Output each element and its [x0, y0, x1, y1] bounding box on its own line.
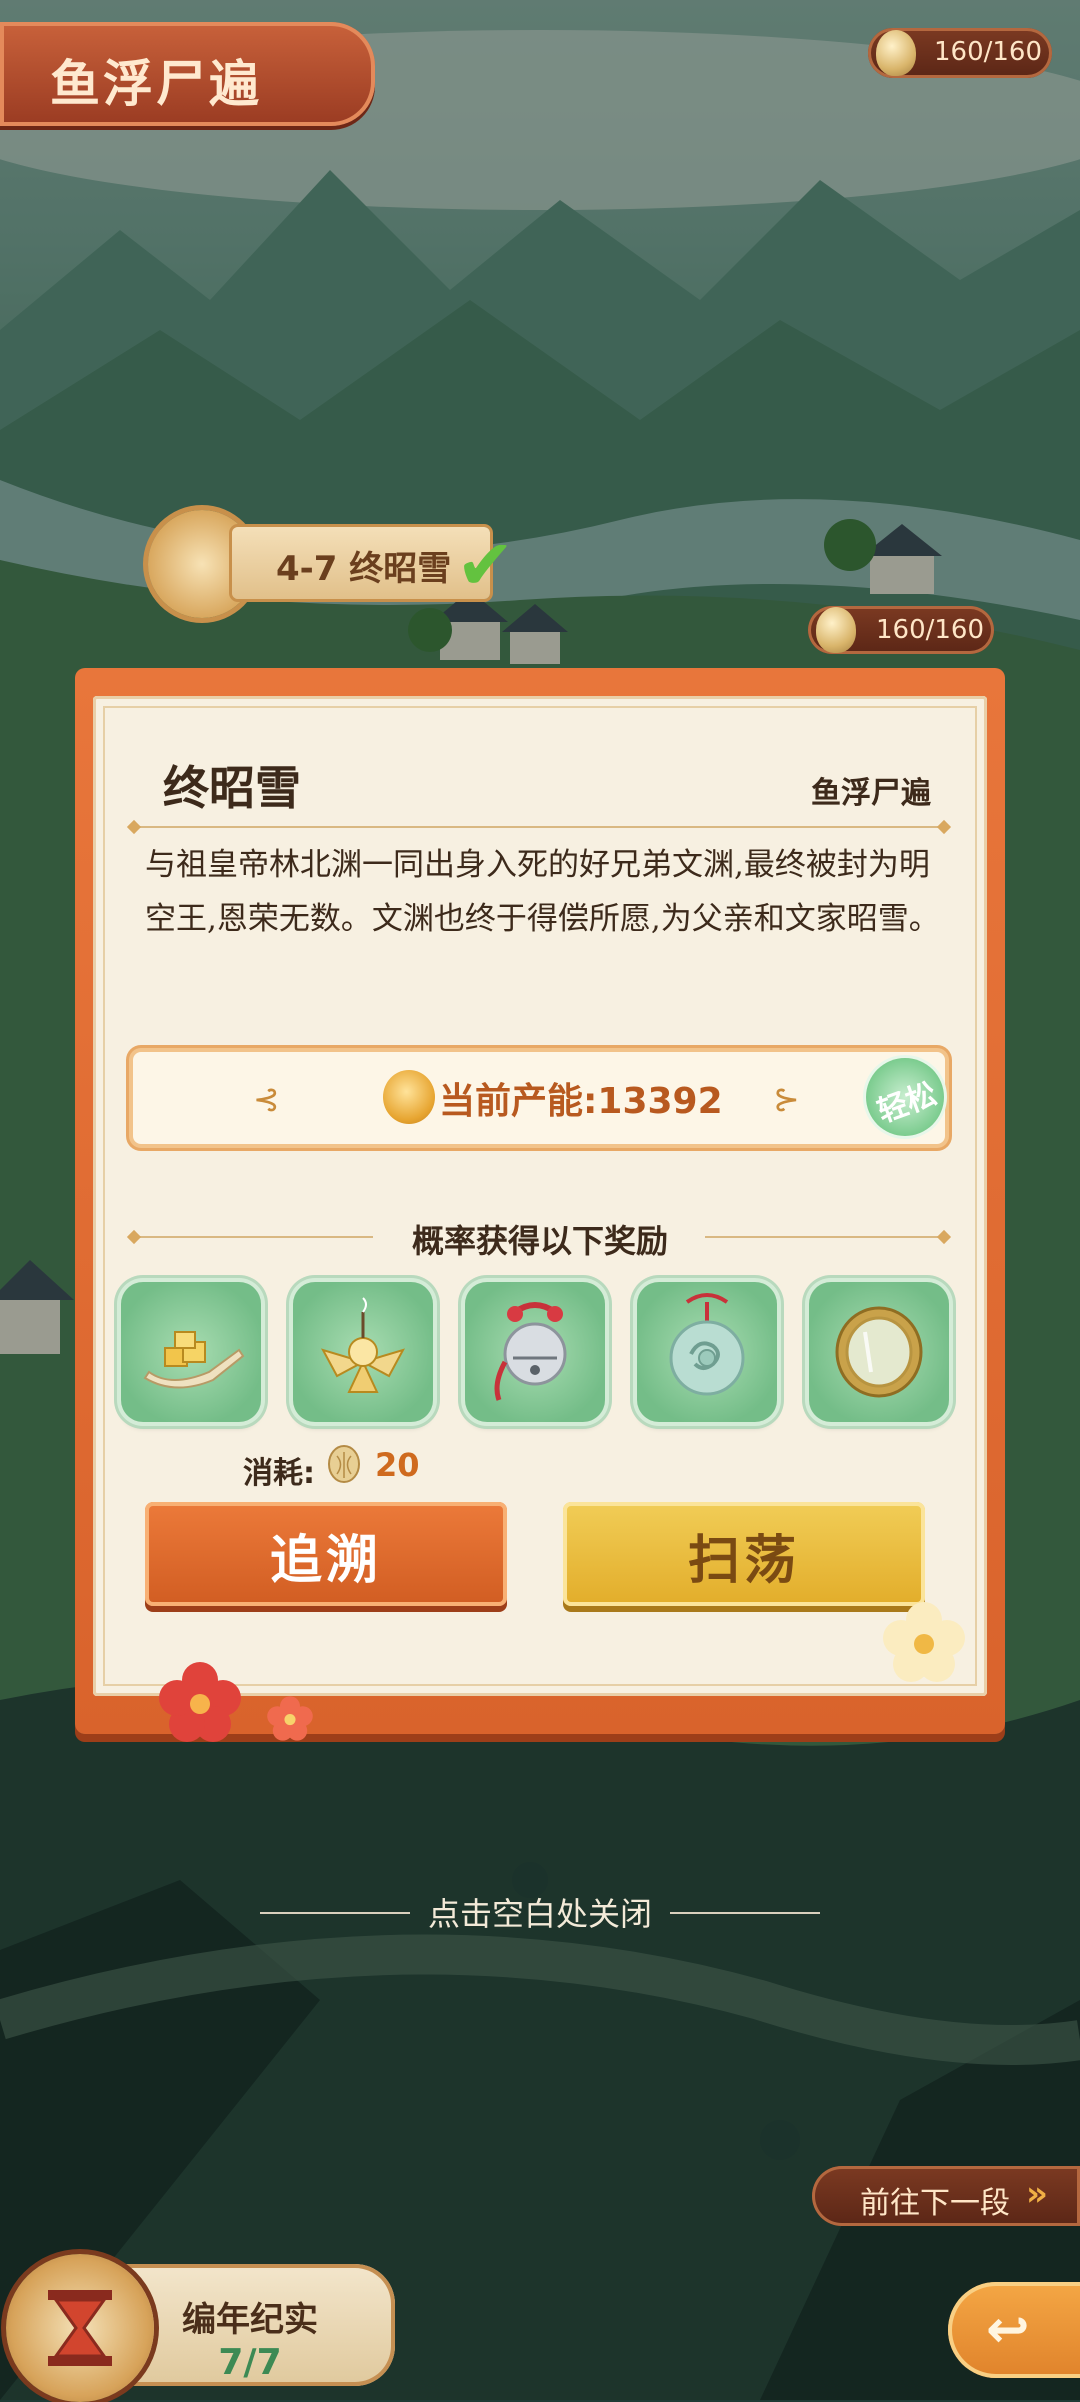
difficulty-label: 轻松 [873, 1076, 942, 1130]
cost-value: 20 [375, 1446, 420, 1484]
next-section-label: 前往下一段 [860, 2186, 1010, 2221]
level-title: 终昭雪 [163, 761, 301, 815]
checkmark-icon: ✔ [456, 524, 515, 606]
hourglass-emblem [48, 2290, 112, 2366]
cost-label: 消耗: [243, 1456, 315, 1491]
stamina-shell-icon [328, 1445, 360, 1483]
divider-ornament [126, 819, 142, 835]
chapter-title: 鱼浮尸遍 [50, 54, 262, 113]
reward-slot-4[interactable] [637, 1282, 777, 1422]
stamina-shell-icon [816, 607, 856, 653]
chronicle-title: 编年纪实 [182, 2300, 318, 2340]
chronicle-count: 7/7 [218, 2342, 282, 2383]
incense-flower-icon [320, 1297, 406, 1393]
close-hint: 点击空白处关闭 [427, 1895, 652, 1933]
double-arrow-right-icon: » [1026, 2174, 1048, 2214]
chapter-title-banner: 鱼浮尸遍 [0, 22, 375, 126]
next-section-button[interactable]: 前往下一段 » [812, 2166, 1080, 2226]
reward-slot-5[interactable] [809, 1282, 949, 1422]
pursue-button[interactable]: 追溯 [145, 1502, 507, 1606]
stamina-value-map: 160/160 [876, 615, 985, 645]
gold-ingot-spoon-icon [143, 1331, 245, 1389]
small-blossom-icon [267, 1696, 313, 1741]
difficulty-badge: 轻松 [866, 1058, 944, 1136]
silver-bell-icon [494, 1302, 567, 1401]
stamina-counter-top: 160/160 [868, 28, 1052, 78]
stamina-counter-map: 160/160 [808, 606, 994, 654]
level-node-text: 4-7 终昭雪 [276, 549, 452, 589]
level-detail-dialog: 终昭雪 鱼浮尸遍 与祖皇帝林北渊一同出身入死的好兄弟文渊,最终被封为明空王,恩荣… [75, 668, 1005, 1742]
jade-pendant-icon [669, 1293, 745, 1396]
production-power-value: 当前产能:13392 [439, 1081, 723, 1122]
arrow-ornament-icon: ⊱ [773, 1080, 800, 1118]
hourglass-icon [6, 2254, 154, 2402]
reward-heading: 概率获得以下奖励 [411, 1222, 668, 1260]
level-chapter: 鱼浮尸遍 [811, 776, 931, 811]
title-divider [133, 826, 945, 828]
chronicle-panel[interactable]: 编年纪实 7/7 [0, 2250, 398, 2402]
arrow-ornament-icon: ⊰ [253, 1080, 280, 1118]
cream-blossom-icon [883, 1602, 965, 1682]
level-node-label[interactable]: 4-7 终昭雪 [232, 527, 490, 599]
reward-slot-2[interactable] [293, 1282, 433, 1422]
plum-blossom-icon [159, 1662, 241, 1742]
production-power-bar: ⊰ 当前产能:13392 ⊱ 轻松 [133, 1052, 945, 1144]
sweep-button-label: 扫荡 [687, 1531, 800, 1591]
reward-slot-3[interactable] [465, 1282, 605, 1422]
back-arrow-icon: ↩ [986, 2300, 1030, 2360]
bronze-mirror-icon [835, 1306, 923, 1398]
level-description: 与祖皇帝林北渊一同出身入死的好兄弟文渊,最终被封为明空王,恩荣无数。文渊也终于得… [145, 847, 940, 937]
stamina-shell-icon [876, 30, 916, 76]
divider-ornament [936, 819, 952, 835]
back-button[interactable]: ↩ [948, 2282, 1080, 2378]
pursue-button-label: 追溯 [269, 1531, 382, 1591]
money-bag-icon [383, 1070, 435, 1124]
dialog-body: 终昭雪 鱼浮尸遍 与祖皇帝林北渊一同出身入死的好兄弟文渊,最终被封为明空王,恩荣… [93, 696, 987, 1696]
sweep-button[interactable]: 扫荡 [563, 1502, 925, 1606]
stamina-value-top: 160/160 [934, 37, 1043, 67]
reward-slot-1[interactable] [121, 1282, 261, 1422]
